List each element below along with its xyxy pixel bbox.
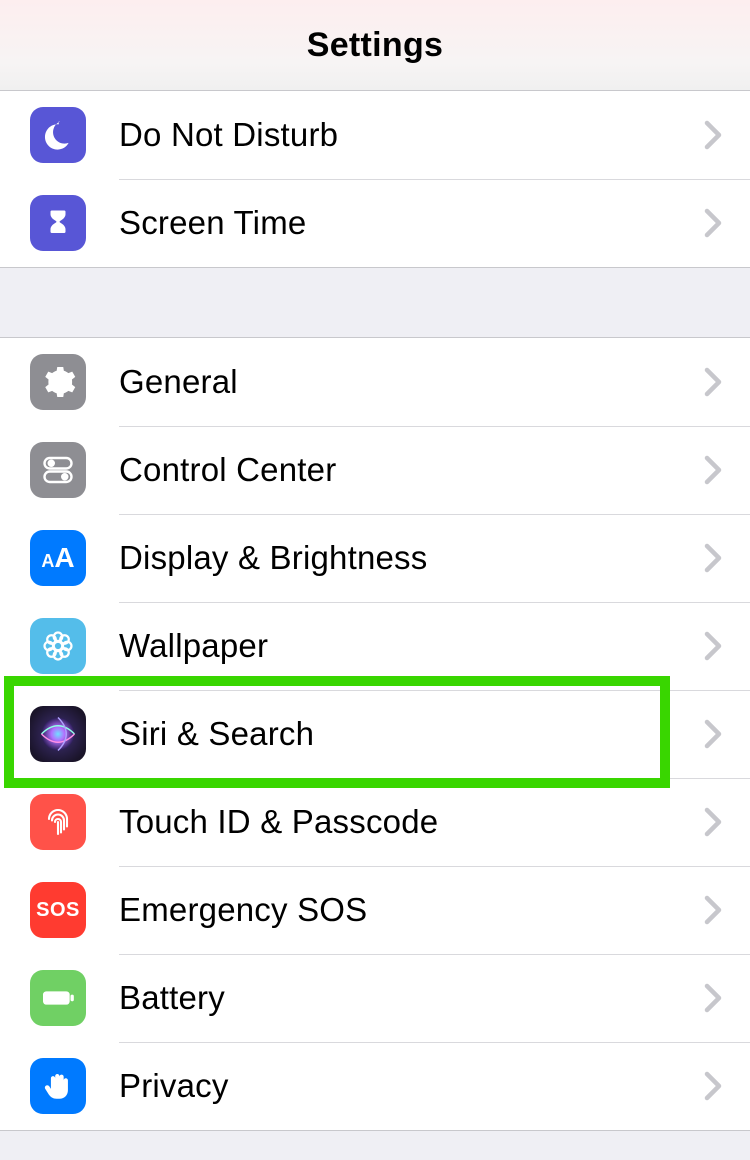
moon-icon bbox=[30, 107, 86, 163]
chevron-right-icon bbox=[704, 983, 722, 1013]
chevron-right-icon bbox=[704, 455, 722, 485]
row-label: Privacy bbox=[119, 1067, 704, 1105]
row-siri-search[interactable]: Siri & Search bbox=[0, 690, 750, 778]
sos-icon: SOS bbox=[30, 882, 86, 938]
page-title: Settings bbox=[307, 26, 444, 65]
siri-icon bbox=[30, 706, 86, 762]
chevron-right-icon bbox=[704, 367, 722, 397]
header: Settings bbox=[0, 0, 750, 91]
text-size-icon: AA bbox=[30, 530, 86, 586]
row-wallpaper[interactable]: Wallpaper bbox=[0, 602, 750, 690]
row-label: Do Not Disturb bbox=[119, 116, 704, 154]
chevron-right-icon bbox=[704, 719, 722, 749]
row-label: General bbox=[119, 363, 704, 401]
chevron-right-icon bbox=[704, 1071, 722, 1101]
battery-icon bbox=[30, 970, 86, 1026]
row-label: Battery bbox=[119, 979, 704, 1017]
chevron-right-icon bbox=[704, 895, 722, 925]
row-label: Control Center bbox=[119, 451, 704, 489]
flower-icon bbox=[30, 618, 86, 674]
chevron-right-icon bbox=[704, 631, 722, 661]
row-label: Touch ID & Passcode bbox=[119, 803, 704, 841]
gear-icon bbox=[30, 354, 86, 410]
row-label: Wallpaper bbox=[119, 627, 704, 665]
footer-spacer bbox=[0, 1130, 750, 1160]
chevron-right-icon bbox=[704, 543, 722, 573]
row-privacy[interactable]: Privacy bbox=[0, 1042, 750, 1130]
group-spacer bbox=[0, 267, 750, 338]
row-display-brightness[interactable]: AA Display & Brightness bbox=[0, 514, 750, 602]
chevron-right-icon bbox=[704, 120, 722, 150]
settings-group-2: General Control Center AA Display & Brig… bbox=[0, 338, 750, 1130]
row-label: Display & Brightness bbox=[119, 539, 704, 577]
toggles-icon bbox=[30, 442, 86, 498]
chevron-right-icon bbox=[704, 807, 722, 837]
row-screen-time[interactable]: Screen Time bbox=[0, 179, 750, 267]
chevron-right-icon bbox=[704, 208, 722, 238]
hand-icon bbox=[30, 1058, 86, 1114]
row-label: Emergency SOS bbox=[119, 891, 704, 929]
fingerprint-icon bbox=[30, 794, 86, 850]
row-control-center[interactable]: Control Center bbox=[0, 426, 750, 514]
row-label: Screen Time bbox=[119, 204, 704, 242]
row-battery[interactable]: Battery bbox=[0, 954, 750, 1042]
row-touch-id-passcode[interactable]: Touch ID & Passcode bbox=[0, 778, 750, 866]
row-do-not-disturb[interactable]: Do Not Disturb bbox=[0, 91, 750, 179]
settings-group-1: Do Not Disturb Screen Time bbox=[0, 91, 750, 267]
row-emergency-sos[interactable]: SOS Emergency SOS bbox=[0, 866, 750, 954]
hourglass-icon bbox=[30, 195, 86, 251]
row-label: Siri & Search bbox=[119, 715, 704, 753]
row-general[interactable]: General bbox=[0, 338, 750, 426]
